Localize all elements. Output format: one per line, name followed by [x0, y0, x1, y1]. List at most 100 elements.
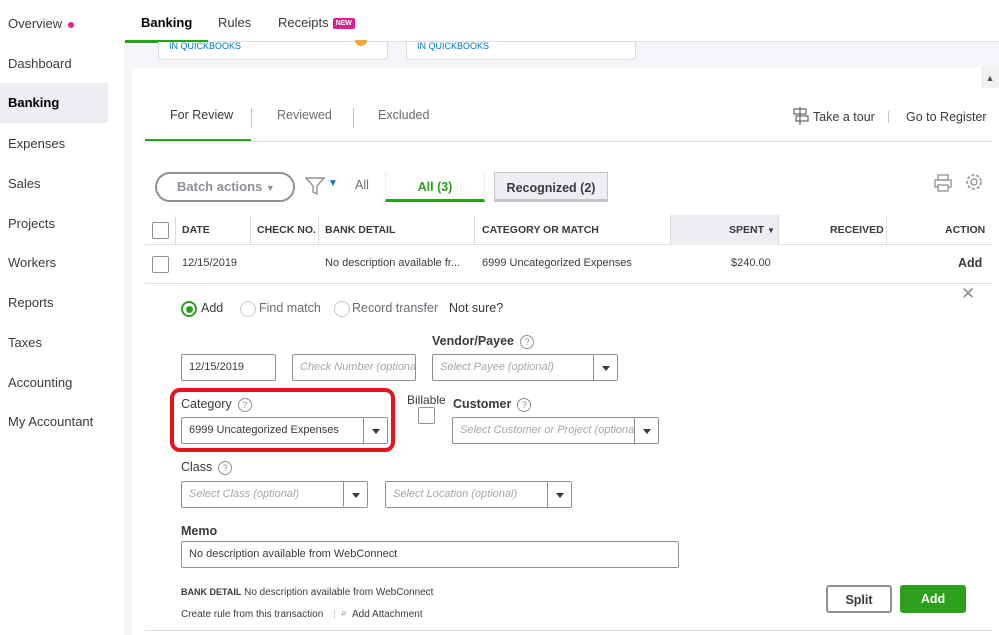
print-icon[interactable]	[934, 174, 952, 192]
customer-label-text: Customer	[453, 397, 512, 411]
sidebar-item-accounting[interactable]: Accounting	[0, 363, 108, 403]
billable-checkbox[interactable]	[418, 407, 435, 424]
chevron-down-icon	[593, 355, 617, 380]
top-nav: Banking Rules Receipts NEW	[124, 0, 999, 43]
column-header-date[interactable]: DATE	[182, 215, 210, 245]
date-field[interactable]: 12/15/2019	[181, 354, 276, 381]
sidebar-item-workers[interactable]: Workers	[0, 243, 108, 283]
radio-record-transfer[interactable]	[334, 301, 350, 317]
account-card[interactable]: IN QUICKBOOKS	[158, 40, 388, 60]
column-header-action: ACTION	[945, 224, 986, 236]
add-button[interactable]: Add	[900, 585, 966, 613]
help-icon[interactable]: ?	[520, 334, 534, 349]
column-header-spent[interactable]: SPENT ▼	[729, 215, 775, 245]
status-indicator	[355, 40, 367, 46]
divider	[353, 108, 354, 128]
location-select[interactable]: Select Location (optional)	[385, 481, 572, 508]
radio-add[interactable]	[181, 301, 197, 317]
tab-banking[interactable]: Banking	[124, 0, 209, 43]
sidebar-item-expenses[interactable]: Expenses	[0, 124, 108, 164]
add-attachment-link[interactable]: Add Attachment	[352, 609, 423, 620]
filter-icon[interactable]	[305, 177, 325, 195]
memo-field[interactable]: No description available from WebConnect	[181, 541, 679, 568]
sidebar-item-dashboard[interactable]: Dashboard	[0, 44, 108, 84]
split-button[interactable]: Split	[826, 585, 892, 613]
batch-actions-label: Batch actions	[177, 179, 263, 194]
help-icon[interactable]: ?	[218, 460, 233, 475]
tab-excluded[interactable]: Excluded	[378, 108, 429, 122]
customer-select[interactable]: Select Customer or Project (optional)	[452, 417, 659, 444]
radio-add-label: Add	[201, 301, 224, 315]
vendor-payee-select[interactable]: Select Payee (optional)	[432, 354, 618, 381]
check-number-field[interactable]: Check Number (optional)	[292, 354, 416, 381]
chevron-down-icon	[343, 482, 367, 507]
create-rule-link[interactable]: Create rule from this transaction	[181, 609, 323, 620]
close-icon[interactable]: ✕	[961, 284, 975, 304]
take-a-tour-link[interactable]: Take a tour	[813, 110, 875, 124]
sidebar-item-reports[interactable]: Reports	[0, 283, 108, 323]
tab-rules[interactable]: Rules	[218, 0, 251, 42]
column-header-spent-label: SPENT	[729, 224, 765, 236]
column-divider	[778, 215, 779, 245]
new-badge: NEW	[332, 18, 355, 30]
column-divider	[886, 215, 887, 245]
class-placeholder: Select Class (optional)	[189, 488, 300, 500]
column-header-received[interactable]: RECEIVED	[830, 215, 884, 245]
sidebar-item-taxes[interactable]: Taxes	[0, 323, 108, 363]
vendor-payee-label: Vendor/Payee?	[432, 334, 534, 349]
notification-dot	[68, 21, 75, 28]
scroll-up-arrow-icon[interactable]: ▲	[981, 68, 999, 88]
row-date: 12/15/2019	[182, 257, 238, 269]
customer-placeholder: Select Customer or Project (optional)	[460, 424, 641, 436]
chevron-down-icon	[547, 482, 571, 507]
radio-record-transfer-label: Record transfer	[352, 301, 439, 315]
row-category: 6999 Uncategorized Expenses	[482, 257, 632, 269]
filter-tab-all[interactable]: All (3)	[385, 172, 485, 202]
class-select[interactable]: Select Class (optional)	[181, 481, 368, 508]
divider	[888, 111, 889, 123]
tab-reviewed[interactable]: Reviewed	[277, 108, 332, 122]
paperclip-icon[interactable]: ⌕	[341, 608, 347, 619]
annotation-highlight-box	[170, 388, 395, 452]
sidebar-gutter	[108, 0, 124, 635]
class-label: Class?	[181, 460, 233, 475]
sidebar-item-overview[interactable]: Overview	[0, 4, 108, 44]
row-bank-detail: No description available fr...	[325, 257, 461, 269]
batch-actions-button[interactable]: Batch actions ▼	[155, 172, 295, 202]
bank-detail-footer-value: No description available from WebConnect	[244, 587, 434, 598]
column-header-category[interactable]: CATEGORY OR MATCH	[482, 215, 599, 245]
row-spent: $240.00	[731, 257, 771, 269]
bank-detail-footer-label: BANK DETAIL	[181, 587, 242, 597]
memo-label: Memo	[181, 524, 218, 538]
not-sure-link[interactable]: Not sure?	[449, 301, 503, 315]
sidebar: Overview Dashboard Banking Expenses Sale…	[0, 0, 108, 635]
transaction-edit-panel	[145, 283, 992, 635]
account-card[interactable]: IN QUICKBOOKS	[406, 42, 636, 60]
column-header-bank-detail[interactable]: BANK DETAIL	[325, 215, 395, 245]
go-to-register-link[interactable]: Go to Register	[906, 110, 987, 124]
divider	[145, 630, 992, 631]
column-header-check-no[interactable]: CHECK NO.	[257, 215, 316, 245]
radio-find-match-label: Find match	[259, 301, 321, 315]
vendor-payee-label-text: Vendor/Payee	[432, 334, 514, 348]
gear-icon[interactable]	[965, 173, 983, 191]
select-all-checkbox[interactable]	[152, 222, 169, 239]
sidebar-item-my-accountant[interactable]: My Accountant	[0, 402, 108, 442]
sidebar-item-banking[interactable]: Banking	[0, 83, 108, 123]
tab-for-review[interactable]: For Review	[170, 108, 233, 122]
sidebar-item-projects[interactable]: Projects	[0, 204, 108, 244]
row-checkbox[interactable]	[152, 256, 169, 273]
sidebar-item-sales[interactable]: Sales	[0, 164, 108, 204]
account-card-label: IN QUICKBOOKS	[169, 41, 242, 51]
column-divider	[474, 215, 475, 245]
row-add-link[interactable]: Add	[958, 256, 982, 270]
sort-desc-icon: ▼	[766, 226, 775, 235]
filter-dropdown-icon[interactable]: ▼	[328, 178, 338, 189]
class-label-text: Class	[181, 460, 213, 474]
radio-find-match[interactable]	[240, 301, 256, 317]
filter-tab-recognized[interactable]: Recognized (2)	[494, 172, 608, 202]
help-icon[interactable]: ?	[517, 397, 532, 412]
signpost-icon[interactable]	[792, 107, 810, 125]
tab-receipts[interactable]: Receipts NEW	[278, 0, 355, 42]
tab-receipts-label: Receipts	[278, 15, 329, 30]
